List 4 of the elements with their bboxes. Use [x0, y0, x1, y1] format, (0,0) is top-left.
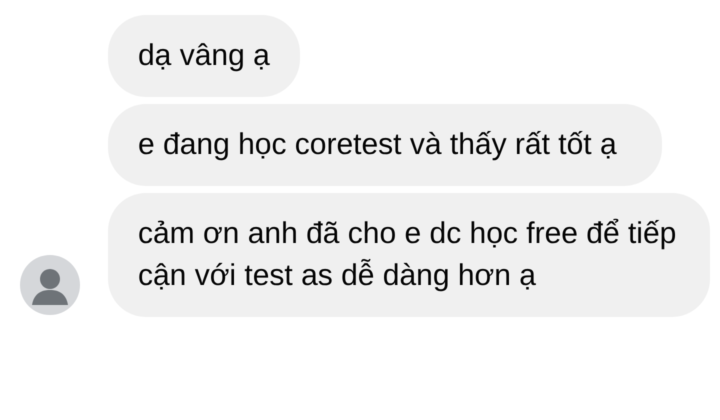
- message-bubble: dạ vâng ạ: [108, 15, 300, 97]
- message-bubble: e đang học coretest và thấy rất tốt ạ: [108, 104, 662, 186]
- message-bubble: cảm ơn anh đã cho e dc học free để tiếp cận với test as dễ dàng hơn ạ: [108, 193, 710, 317]
- avatar-icon: [20, 255, 80, 315]
